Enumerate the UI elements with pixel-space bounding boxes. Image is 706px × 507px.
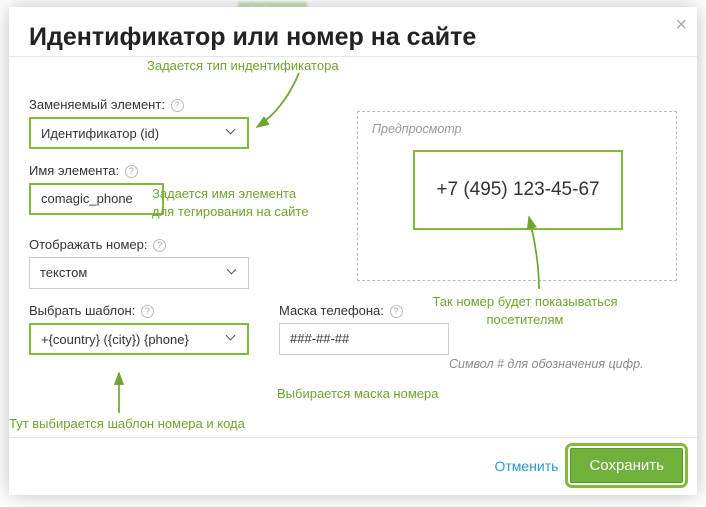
- help-icon[interactable]: ?: [125, 165, 138, 178]
- select-display-value: текстом: [40, 265, 87, 280]
- preview-panel: Предпросмотр +7 (495) 123-45-67: [357, 111, 677, 281]
- preview-phone: +7 (495) 123-45-67: [436, 179, 599, 201]
- close-icon[interactable]: ×: [675, 15, 687, 35]
- input-mask[interactable]: ###-##-##: [279, 323, 449, 355]
- label-template-text: Выбрать шаблон:: [29, 303, 135, 318]
- field-template: Выбрать шаблон: ? +{country} ({city}) {p…: [29, 303, 249, 355]
- field-display: Отображать номер: ? текстом: [29, 237, 249, 289]
- input-name-value: comagic_phone: [41, 191, 133, 206]
- input-mask-value: ###-##-##: [290, 331, 349, 346]
- help-icon[interactable]: ?: [171, 99, 184, 112]
- modal: × Идентификатор или номер на сайте Задае…: [9, 7, 697, 495]
- label-display-text: Отображать номер:: [29, 237, 147, 252]
- label-name: Имя элемента: ?: [29, 163, 249, 178]
- annot-type: Задается тип индентификатора: [147, 57, 339, 75]
- field-name: Имя элемента: ? comagic_phone: [29, 163, 249, 215]
- help-icon[interactable]: ?: [153, 239, 166, 252]
- chevron-down-icon: [228, 268, 238, 278]
- label-name-text: Имя элемента:: [29, 163, 119, 178]
- select-template-value: +{country} ({city}) {phone}: [41, 332, 189, 347]
- field-mask: Маска телефона: ? ###-##-##: [279, 303, 449, 355]
- label-replaced-text: Заменяемый элемент:: [29, 97, 165, 112]
- save-button[interactable]: Сохранить: [570, 448, 683, 483]
- modal-body: Задается тип индентификатора Задается им…: [9, 57, 697, 437]
- select-display[interactable]: текстом: [29, 257, 249, 289]
- label-mask-text: Маска телефона:: [279, 303, 384, 318]
- input-name[interactable]: comagic_phone: [29, 183, 164, 215]
- select-replaced[interactable]: Идентификатор (id): [29, 117, 249, 149]
- chevron-down-icon: [227, 334, 237, 344]
- select-template[interactable]: +{country} ({city}) {phone}: [29, 323, 249, 355]
- modal-title: Идентификатор или номер на сайте: [9, 7, 697, 57]
- mask-hint: Символ # для обозначения цифр.: [449, 357, 649, 371]
- preview-label: Предпросмотр: [372, 122, 662, 136]
- label-display: Отображать номер: ?: [29, 237, 249, 252]
- preview-phone-box: +7 (495) 123-45-67: [413, 150, 623, 230]
- label-template: Выбрать шаблон: ?: [29, 303, 249, 318]
- annot-mask: Выбирается маска номера: [277, 385, 438, 403]
- select-replaced-value: Идентификатор (id): [41, 126, 159, 141]
- label-replaced: Заменяемый элемент: ?: [29, 97, 249, 112]
- modal-footer: Отменить Сохранить: [9, 437, 697, 493]
- chevron-down-icon: [227, 128, 237, 138]
- field-replaced: Заменяемый элемент: ? Идентификатор (id): [29, 97, 249, 149]
- help-icon[interactable]: ?: [390, 305, 403, 318]
- cancel-button[interactable]: Отменить: [494, 458, 558, 474]
- annot-template: Тут выбирается шаблон номера и кода: [9, 415, 245, 433]
- help-icon[interactable]: ?: [141, 305, 154, 318]
- label-mask: Маска телефона: ?: [279, 303, 449, 318]
